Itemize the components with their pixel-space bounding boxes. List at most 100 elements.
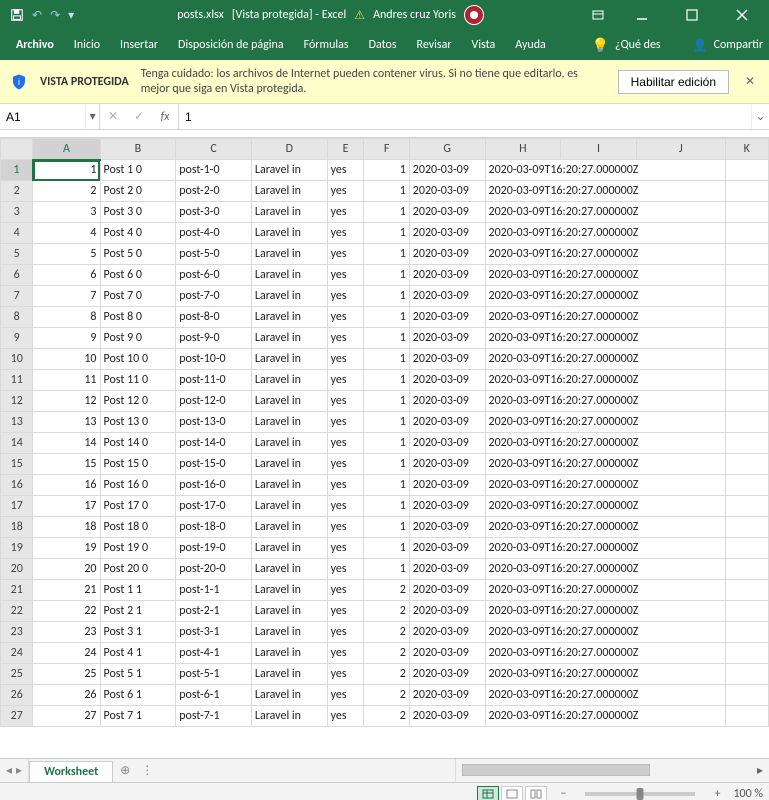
cell[interactable]: 2020-03-09T16:20:27.000000Z xyxy=(485,160,725,181)
cell[interactable]: Post 2 1 xyxy=(100,601,176,622)
cell[interactable] xyxy=(725,580,768,601)
cell[interactable]: post-4-0 xyxy=(176,223,252,244)
cell[interactable]: yes xyxy=(327,202,364,223)
cell[interactable]: 2020-03-09T16:20:27.000000Z xyxy=(485,643,725,664)
spreadsheet-grid[interactable]: ABCDEFGHIJK 11Post 1 0post-1-0Laravel in… xyxy=(0,138,769,758)
cell[interactable]: Post 6 1 xyxy=(100,685,176,706)
cell[interactable]: post-8-0 xyxy=(176,307,252,328)
cell[interactable]: 1 xyxy=(364,517,409,538)
minimize-button[interactable] xyxy=(619,0,665,30)
cell[interactable]: Laravel in xyxy=(251,265,327,286)
cell[interactable]: 2 xyxy=(33,181,100,202)
cell[interactable]: Post 13 0 xyxy=(100,412,176,433)
row-header[interactable]: 10 xyxy=(1,349,33,370)
cell[interactable]: 1 xyxy=(364,538,409,559)
cell[interactable]: 2020-03-09T16:20:27.000000Z xyxy=(485,265,725,286)
cell[interactable]: 2020-03-09T16:20:27.000000Z xyxy=(485,622,725,643)
cell[interactable] xyxy=(725,223,768,244)
cell[interactable] xyxy=(725,370,768,391)
cell[interactable]: Laravel in xyxy=(251,664,327,685)
cell[interactable]: 1 xyxy=(364,454,409,475)
row-header[interactable]: 25 xyxy=(1,664,33,685)
cell[interactable]: yes xyxy=(327,643,364,664)
cell[interactable]: post-17-0 xyxy=(176,496,252,517)
cell[interactable]: Laravel in xyxy=(251,412,327,433)
row-header[interactable]: 2 xyxy=(1,181,33,202)
cell[interactable] xyxy=(725,391,768,412)
cell[interactable] xyxy=(725,601,768,622)
cell[interactable]: 2 xyxy=(364,622,409,643)
user-avatar-icon[interactable] xyxy=(464,5,484,25)
cell[interactable]: 2020-03-09 xyxy=(409,454,485,475)
cell[interactable]: Laravel in xyxy=(251,685,327,706)
cell[interactable]: 2020-03-09T16:20:27.000000Z xyxy=(485,538,725,559)
cell[interactable] xyxy=(725,160,768,181)
cell[interactable]: 2020-03-09 xyxy=(409,517,485,538)
row-header[interactable]: 6 xyxy=(1,265,33,286)
cell[interactable]: 2020-03-09 xyxy=(409,706,485,727)
add-sheet-button[interactable]: ⊕ xyxy=(113,759,137,782)
cell[interactable]: Post 2 0 xyxy=(100,181,176,202)
cell[interactable]: 1 xyxy=(364,433,409,454)
cell[interactable]: 3 xyxy=(33,202,100,223)
row-header[interactable]: 8 xyxy=(1,307,33,328)
row-header[interactable]: 12 xyxy=(1,391,33,412)
cell[interactable]: 2020-03-09T16:20:27.000000Z xyxy=(485,244,725,265)
cell[interactable]: post-6-1 xyxy=(176,685,252,706)
enter-formula-icon[interactable]: ✓ xyxy=(126,109,152,124)
cell[interactable]: Post 6 0 xyxy=(100,265,176,286)
cell[interactable]: 19 xyxy=(33,538,100,559)
cell[interactable]: post-5-1 xyxy=(176,664,252,685)
cell[interactable]: 2020-03-09 xyxy=(409,223,485,244)
cell[interactable]: Post 3 1 xyxy=(100,622,176,643)
cell[interactable] xyxy=(725,181,768,202)
cell[interactable]: Post 10 0 xyxy=(100,349,176,370)
cell[interactable] xyxy=(725,307,768,328)
cell[interactable]: 2 xyxy=(364,643,409,664)
column-header-H[interactable]: H xyxy=(485,139,561,160)
cell[interactable]: 26 xyxy=(33,685,100,706)
row-header[interactable]: 17 xyxy=(1,496,33,517)
cell[interactable]: post-7-0 xyxy=(176,286,252,307)
formula-bar[interactable] xyxy=(179,104,751,129)
cell[interactable]: 2020-03-09 xyxy=(409,244,485,265)
cell[interactable]: yes xyxy=(327,580,364,601)
cell[interactable]: Post 9 0 xyxy=(100,328,176,349)
cell[interactable]: 11 xyxy=(33,370,100,391)
cell[interactable]: post-19-0 xyxy=(176,538,252,559)
cell[interactable] xyxy=(725,349,768,370)
cell[interactable]: post-4-1 xyxy=(176,643,252,664)
cell[interactable]: 2020-03-09 xyxy=(409,370,485,391)
cell[interactable]: Laravel in xyxy=(251,370,327,391)
cell[interactable]: Laravel in xyxy=(251,244,327,265)
cell[interactable]: 2020-03-09 xyxy=(409,349,485,370)
cell[interactable]: yes xyxy=(327,496,364,517)
row-header[interactable]: 9 xyxy=(1,328,33,349)
cell[interactable]: 2020-03-09T16:20:27.000000Z xyxy=(485,475,725,496)
row-header[interactable]: 24 xyxy=(1,643,33,664)
cell[interactable]: 10 xyxy=(33,349,100,370)
cell[interactable]: Post 14 0 xyxy=(100,433,176,454)
cell[interactable]: 1 xyxy=(364,286,409,307)
row-header[interactable]: 26 xyxy=(1,685,33,706)
cell[interactable]: 7 xyxy=(33,286,100,307)
cell[interactable]: Laravel in xyxy=(251,202,327,223)
cell[interactable]: Post 8 0 xyxy=(100,307,176,328)
enable-editing-button[interactable]: Habilitar edición xyxy=(618,70,729,94)
cell[interactable]: Laravel in xyxy=(251,391,327,412)
cell[interactable]: 9 xyxy=(33,328,100,349)
cell[interactable]: post-3-1 xyxy=(176,622,252,643)
cell[interactable]: 18 xyxy=(33,517,100,538)
cell[interactable]: 1 xyxy=(364,265,409,286)
cell[interactable]: post-9-0 xyxy=(176,328,252,349)
zoom-in-button[interactable]: + xyxy=(711,787,723,800)
cell[interactable]: post-12-0 xyxy=(176,391,252,412)
cell[interactable]: Laravel in xyxy=(251,496,327,517)
cell[interactable]: Post 4 1 xyxy=(100,643,176,664)
cell[interactable]: 2020-03-09 xyxy=(409,496,485,517)
cell[interactable]: Laravel in xyxy=(251,328,327,349)
cell[interactable]: Laravel in xyxy=(251,538,327,559)
cell[interactable]: 2020-03-09T16:20:27.000000Z xyxy=(485,517,725,538)
sheet-prev-icon[interactable]: ◂ xyxy=(6,763,12,778)
cell[interactable]: 23 xyxy=(33,622,100,643)
